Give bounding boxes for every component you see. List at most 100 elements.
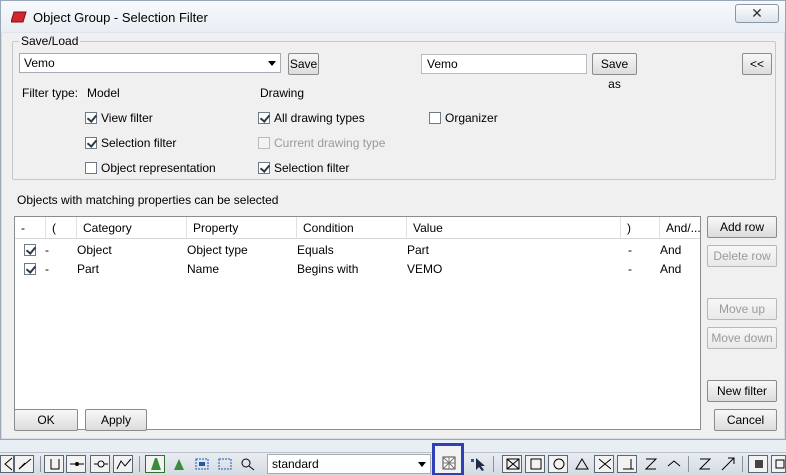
selection-filter-dialog: Object Group - Selection Filter ✕ Save/L… bbox=[0, 0, 786, 440]
row-close-paren: - bbox=[628, 243, 632, 257]
object-group-icon bbox=[11, 11, 27, 23]
selection-filter-highlight-icon[interactable] bbox=[432, 443, 464, 475]
row-enabled-checkbox[interactable] bbox=[24, 244, 36, 256]
drawing-heading: Drawing bbox=[260, 86, 305, 100]
apply-button[interactable]: Apply bbox=[85, 409, 147, 431]
preset-select-value: Vemo bbox=[24, 56, 55, 70]
selection-filter-icon bbox=[442, 456, 456, 470]
drawing-selection-filter-checkbox[interactable] bbox=[258, 162, 270, 174]
column-header-toggle[interactable]: - bbox=[15, 217, 46, 239]
toolbar-separator bbox=[40, 456, 41, 472]
all-drawing-types-checkbox[interactable] bbox=[258, 112, 270, 124]
row-category: Part bbox=[77, 262, 100, 276]
row-condition: Begins with bbox=[297, 262, 359, 276]
save-as-name-field[interactable]: Vemo bbox=[421, 54, 587, 74]
object-representation-checkbox[interactable] bbox=[85, 162, 97, 174]
view-filter-checkbox[interactable] bbox=[85, 112, 97, 124]
snap-intersection-icon[interactable] bbox=[502, 455, 522, 473]
snap-rectangle-icon[interactable] bbox=[525, 455, 545, 473]
model-heading: Model bbox=[87, 86, 120, 100]
vertical-dimension-icon[interactable] bbox=[44, 455, 64, 473]
column-header-open-paren[interactable]: ( bbox=[46, 217, 77, 239]
snap-point-icon[interactable] bbox=[771, 455, 786, 473]
row-property: Name bbox=[187, 262, 220, 276]
snap-nearest-icon[interactable] bbox=[694, 455, 714, 473]
toolbar-separator bbox=[139, 456, 140, 472]
add-row-button[interactable]: Add row bbox=[707, 216, 777, 238]
representation-select-value: standard bbox=[272, 457, 319, 471]
row-open-paren: - bbox=[45, 243, 49, 257]
window-title: Object Group - Selection Filter bbox=[33, 10, 208, 25]
row-and-or: And bbox=[660, 243, 682, 257]
row-value: Part bbox=[407, 243, 430, 257]
organizer-label: Organizer bbox=[445, 111, 498, 125]
row-open-paren: - bbox=[45, 262, 49, 276]
view-filter-label: View filter bbox=[101, 111, 153, 125]
snap-triangle-icon[interactable] bbox=[571, 455, 591, 473]
row-category: Object bbox=[77, 243, 112, 257]
snap-cross-icon[interactable] bbox=[594, 455, 614, 473]
rules-table[interactable]: - ( Category Property Condition Value ) … bbox=[14, 216, 701, 430]
collapse-button[interactable]: << bbox=[742, 53, 772, 75]
snap-extension-icon[interactable] bbox=[717, 455, 737, 473]
column-header-category[interactable]: Category bbox=[77, 217, 187, 239]
column-header-value[interactable]: Value bbox=[407, 217, 621, 239]
delete-row-button[interactable]: Delete row bbox=[707, 245, 777, 267]
row-enabled-checkbox[interactable] bbox=[24, 263, 36, 275]
chevron-down-icon bbox=[268, 61, 276, 66]
toolbar-separator bbox=[742, 456, 743, 472]
zoom-select-icon[interactable] bbox=[237, 455, 257, 473]
snap-center-icon[interactable] bbox=[748, 455, 768, 473]
select-arrow-icon[interactable] bbox=[468, 455, 488, 473]
cancel-button[interactable]: Cancel bbox=[714, 409, 777, 431]
row-condition: Equals bbox=[297, 243, 334, 257]
model-selection-filter-label: Selection filter bbox=[101, 136, 177, 150]
column-header-close-paren[interactable]: ) bbox=[621, 217, 660, 239]
snap-perpendicular-icon[interactable] bbox=[617, 455, 637, 473]
current-drawing-type-checkbox[interactable] bbox=[258, 137, 270, 149]
row-and-or: And bbox=[660, 262, 682, 276]
select-parts-icon[interactable] bbox=[145, 455, 165, 473]
rules-caption: Objects with matching properties can be … bbox=[17, 193, 279, 207]
point-on-line-icon[interactable] bbox=[90, 455, 110, 473]
move-down-button[interactable]: Move down bbox=[707, 327, 777, 349]
snap-midpoint-icon[interactable] bbox=[640, 455, 660, 473]
snap-tool-icon[interactable] bbox=[0, 455, 14, 473]
save-button[interactable]: Save bbox=[288, 53, 319, 75]
column-header-condition[interactable]: Condition bbox=[297, 217, 407, 239]
object-representation-label: Object representation bbox=[101, 161, 216, 175]
chevron-down-icon bbox=[418, 462, 426, 467]
filter-type-label: Filter type: bbox=[22, 86, 79, 100]
organizer-checkbox[interactable] bbox=[429, 112, 441, 124]
move-up-button[interactable]: Move up bbox=[707, 298, 777, 320]
column-header-property[interactable]: Property bbox=[187, 217, 297, 239]
snap-tangent-icon[interactable] bbox=[663, 455, 683, 473]
select-points-icon[interactable] bbox=[168, 455, 188, 473]
toolbar-separator bbox=[688, 456, 689, 472]
save-as-button[interactable]: Save as bbox=[592, 53, 637, 91]
drawing-selection-filter-label: Selection filter bbox=[274, 161, 350, 175]
all-drawing-types-label: All drawing types bbox=[274, 111, 365, 125]
current-drawing-type-label: Current drawing type bbox=[274, 136, 386, 150]
polyline-icon[interactable] bbox=[113, 455, 133, 473]
snap-circle-icon[interactable] bbox=[548, 455, 568, 473]
close-button[interactable]: ✕ bbox=[735, 4, 779, 23]
title-bar[interactable]: Object Group - Selection Filter ✕ bbox=[1, 1, 785, 33]
preset-select[interactable]: Vemo bbox=[19, 53, 281, 73]
select-assemblies-icon[interactable] bbox=[214, 455, 234, 473]
table-row[interactable]: - Part Name Begins with VEMO - And bbox=[15, 260, 700, 279]
horizontal-dimension-icon[interactable] bbox=[66, 455, 86, 473]
save-load-label: Save/Load bbox=[19, 34, 81, 48]
representation-select[interactable]: standard bbox=[267, 454, 431, 474]
row-property: Object type bbox=[187, 243, 248, 257]
column-header-and-or[interactable]: And/... bbox=[660, 217, 700, 239]
row-value: VEMO bbox=[407, 262, 443, 276]
select-components-icon[interactable] bbox=[191, 455, 211, 473]
bottom-toolbar: standard bbox=[0, 443, 786, 475]
table-row[interactable]: - Object Object type Equals Part - And bbox=[15, 241, 700, 260]
model-selection-filter-checkbox[interactable] bbox=[85, 137, 97, 149]
ok-button[interactable]: OK bbox=[14, 409, 78, 431]
new-filter-button[interactable]: New filter bbox=[707, 380, 777, 402]
toolbar-separator bbox=[493, 456, 494, 472]
line-tool-icon[interactable] bbox=[14, 455, 34, 473]
